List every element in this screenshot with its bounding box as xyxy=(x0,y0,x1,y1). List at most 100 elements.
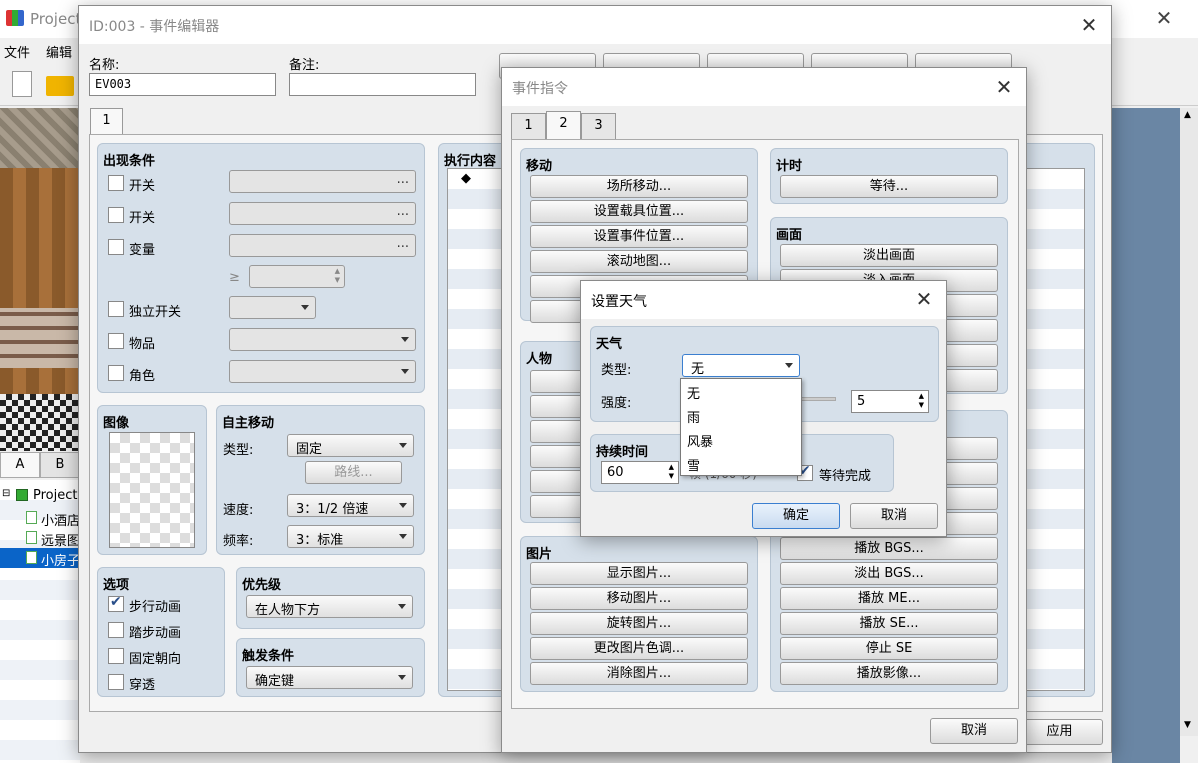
map-scrollbar[interactable]: ▲ ▼ xyxy=(1180,108,1198,736)
image-group: 图像 xyxy=(97,405,207,555)
set-vehicle-location-button[interactable]: 设置载具位置... xyxy=(530,200,748,223)
screen-title: 画面 xyxy=(776,228,803,243)
show-picture-button[interactable]: 显示图片... xyxy=(530,562,748,585)
chevron-down-icon xyxy=(301,305,309,310)
move-picture-button[interactable]: 移动图片... xyxy=(530,587,748,610)
play-se-button[interactable]: 播放 SE... xyxy=(780,612,998,635)
spinner-arrows-icon[interactable]: ▲ ▼ xyxy=(669,463,674,481)
fadeout-bgs-button[interactable]: 淡出 BGS... xyxy=(780,562,998,585)
play-bgs-button[interactable]: 播放 BGS... xyxy=(780,537,998,560)
priority-select[interactable]: 在人物下方 xyxy=(246,595,413,618)
weather-option-rain[interactable]: 雨 xyxy=(681,405,801,429)
scroll-down-icon[interactable]: ▼ xyxy=(1184,720,1191,730)
conditions-group: 出现条件 开关 ... 开关 ... 变量 ... ≥ ▲ ▼ 独立开关 物品 角… xyxy=(97,143,425,393)
stepping-anim-label: 踏步动画 xyxy=(129,626,182,641)
main-close-icon[interactable]: ✕ xyxy=(1152,6,1176,30)
walking-anim-checkbox[interactable] xyxy=(108,594,124,612)
stop-se-button[interactable]: 停止 SE xyxy=(780,637,998,660)
freq-value: 3：标准 xyxy=(296,533,344,548)
erase-picture-button[interactable]: 消除图片... xyxy=(530,662,748,685)
tree-collapse-icon[interactable]: ⊟ xyxy=(2,488,10,499)
tree-item[interactable]: 小酒店 xyxy=(41,510,80,529)
weather-option-none[interactable]: 无 xyxy=(681,381,801,405)
palette-tab-b[interactable]: B xyxy=(40,452,80,478)
weather-cancel-button[interactable]: 取消 xyxy=(850,503,938,529)
weather-type-select[interactable]: 无 xyxy=(682,354,800,377)
rotate-picture-button[interactable]: 旋转图片... xyxy=(530,612,748,635)
switch1-select: ... xyxy=(229,170,416,193)
priority-title: 优先级 xyxy=(242,578,282,593)
weather-dialog-close-icon[interactable]: ✕ xyxy=(912,287,936,311)
play-me-button[interactable]: 播放 ME... xyxy=(780,587,998,610)
self-switch-checkbox[interactable] xyxy=(108,301,124,317)
direction-fix-checkbox[interactable] xyxy=(108,648,124,664)
palette-tab-a[interactable]: A xyxy=(0,452,40,478)
apply-button[interactable]: 应用 xyxy=(1016,719,1103,745)
weather-ok-button[interactable]: 确定 xyxy=(752,503,840,529)
tree-item[interactable]: 小房子 xyxy=(41,550,80,569)
chevron-down-icon xyxy=(401,369,409,374)
name-label: 名称: xyxy=(89,58,120,73)
picture-group: 图片 显示图片... 移动图片... 旋转图片... 更改图片色调... 消除图… xyxy=(520,536,758,692)
power-spinner[interactable]: 5 ▲ ▼ xyxy=(851,390,929,413)
freq-label: 频率: xyxy=(223,534,254,549)
weather-option-storm[interactable]: 风暴 xyxy=(681,429,801,453)
weather-dialog-title: 设置天气 xyxy=(591,294,647,310)
trigger-value: 确定键 xyxy=(255,674,295,689)
weather-option-snow[interactable]: 雪 xyxy=(681,453,801,475)
weather-dialog-titlebar: 设置天气 xyxy=(581,281,946,319)
variable-checkbox[interactable] xyxy=(108,239,124,255)
note-input[interactable] xyxy=(289,73,476,96)
event-editor-titlebar: ID:003 - 事件编辑器 xyxy=(79,6,1111,44)
play-movie-button[interactable]: 播放影像... xyxy=(780,662,998,685)
trigger-select[interactable]: 确定键 xyxy=(246,666,413,689)
map-icon xyxy=(26,511,37,524)
event-commands-title: 事件指令 xyxy=(512,81,568,97)
scroll-up-icon[interactable]: ▲ xyxy=(1184,110,1191,120)
commands-tab-1[interactable]: 1 xyxy=(511,113,546,139)
tree-item[interactable]: 远景图 xyxy=(41,530,80,549)
switch1-checkbox[interactable] xyxy=(108,175,124,191)
fadeout-screen-button[interactable]: 淡出画面 xyxy=(780,244,998,267)
wait-completion-label: 等待完成 xyxy=(819,469,872,484)
new-project-icon[interactable] xyxy=(12,71,32,97)
name-input[interactable]: EV003 xyxy=(89,73,276,96)
open-folder-icon[interactable] xyxy=(46,76,74,96)
wait-button[interactable]: 等待... xyxy=(780,175,998,198)
event-commands-close-icon[interactable]: ✕ xyxy=(992,75,1016,99)
app-logo-icon xyxy=(6,10,24,26)
tileset-palette[interactable] xyxy=(0,108,78,451)
duration-spinner[interactable]: 60 ▲ ▼ xyxy=(601,461,679,484)
chevron-down-icon xyxy=(401,337,409,342)
spinner-arrows-icon[interactable]: ▲ ▼ xyxy=(919,392,924,410)
dots-icon: ... xyxy=(396,172,409,187)
move-type-select[interactable]: 固定 xyxy=(287,434,414,457)
actor-checkbox[interactable] xyxy=(108,365,124,381)
scroll-map-button[interactable]: 滚动地图... xyxy=(530,250,748,273)
command-line[interactable]: ◆ xyxy=(461,171,471,186)
commands-tab-2[interactable]: 2 xyxy=(546,111,581,139)
menu-file[interactable]: 文件 xyxy=(4,42,30,61)
spinner-arrows-icon: ▲ ▼ xyxy=(334,267,340,284)
self-switch-select xyxy=(229,296,316,319)
menu-edit[interactable]: 编辑 xyxy=(46,42,72,61)
commands-tab-3[interactable]: 3 xyxy=(581,113,616,139)
switch2-checkbox[interactable] xyxy=(108,207,124,223)
freq-select[interactable]: 3：标准 xyxy=(287,525,414,548)
set-event-location-button[interactable]: 设置事件位置... xyxy=(530,225,748,248)
weather-group-title: 天气 xyxy=(596,337,623,352)
trigger-group: 触发条件 确定键 xyxy=(236,638,425,697)
image-preview[interactable] xyxy=(109,432,195,548)
tree-root-label[interactable]: Project xyxy=(33,488,77,503)
stepping-anim-checkbox[interactable] xyxy=(108,622,124,638)
event-editor-close-icon[interactable]: ✕ xyxy=(1077,13,1101,37)
tint-picture-button[interactable]: 更改图片色调... xyxy=(530,637,748,660)
item-checkbox[interactable] xyxy=(108,333,124,349)
speed-select[interactable]: 3：1/2 倍速 xyxy=(287,494,414,517)
page-tab-1[interactable]: 1 xyxy=(90,108,123,136)
transfer-player-button[interactable]: 场所移动... xyxy=(530,175,748,198)
through-checkbox[interactable] xyxy=(108,674,124,690)
event-editor-title: ID:003 - 事件编辑器 xyxy=(89,19,220,35)
commands-cancel-button[interactable]: 取消 xyxy=(930,718,1018,744)
chevron-down-icon xyxy=(399,503,407,508)
